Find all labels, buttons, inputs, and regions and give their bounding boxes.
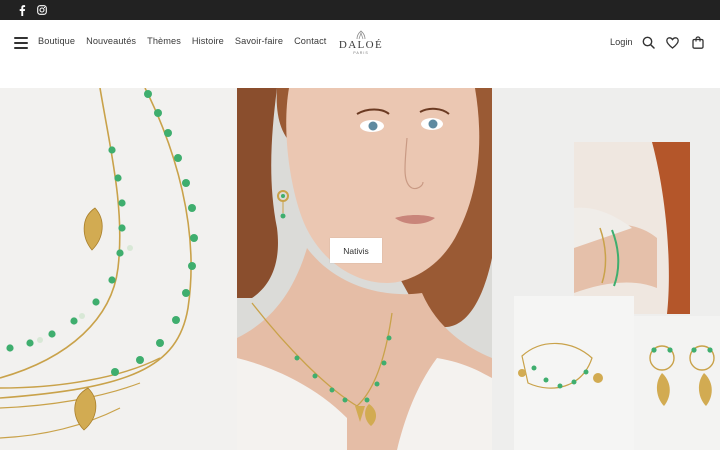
- nav-item-savoir-faire[interactable]: Savoir-faire: [235, 36, 283, 46]
- logo-mark-icon: [338, 28, 384, 40]
- nav-item-contact[interactable]: Contact: [294, 36, 326, 46]
- nav-item-histoire[interactable]: Histoire: [192, 36, 224, 46]
- site-header: Boutique Nouveautés Thèmes Histoire Savo…: [0, 20, 720, 88]
- facebook-icon[interactable]: [15, 3, 29, 17]
- search-icon[interactable]: [642, 36, 656, 50]
- hamburger-menu-icon[interactable]: [14, 37, 28, 49]
- model-portrait-image: [237, 88, 492, 450]
- nav-item-themes[interactable]: Thèmes: [147, 36, 181, 46]
- shopping-bag-icon[interactable]: [692, 36, 706, 50]
- main-nav: Boutique Nouveautés Thèmes Histoire Savo…: [38, 36, 337, 46]
- nav-item-boutique[interactable]: Boutique: [38, 36, 75, 46]
- bracelet-products-image: [492, 88, 720, 450]
- brand-logo[interactable]: DALOÉ PARIS: [338, 28, 384, 60]
- heart-icon[interactable]: [666, 36, 680, 50]
- hero-banner: Nativis: [0, 88, 720, 450]
- nativis-collection-button[interactable]: Nativis: [330, 238, 382, 263]
- social-topbar: [0, 0, 720, 20]
- logo-subtitle: PARIS: [353, 51, 369, 55]
- instagram-icon[interactable]: [35, 3, 49, 17]
- logo-name: DALOÉ: [338, 39, 384, 51]
- nav-item-nouveautes[interactable]: Nouveautés: [86, 36, 136, 46]
- login-link[interactable]: Login: [610, 37, 632, 47]
- necklace-closeup-image: [0, 88, 237, 450]
